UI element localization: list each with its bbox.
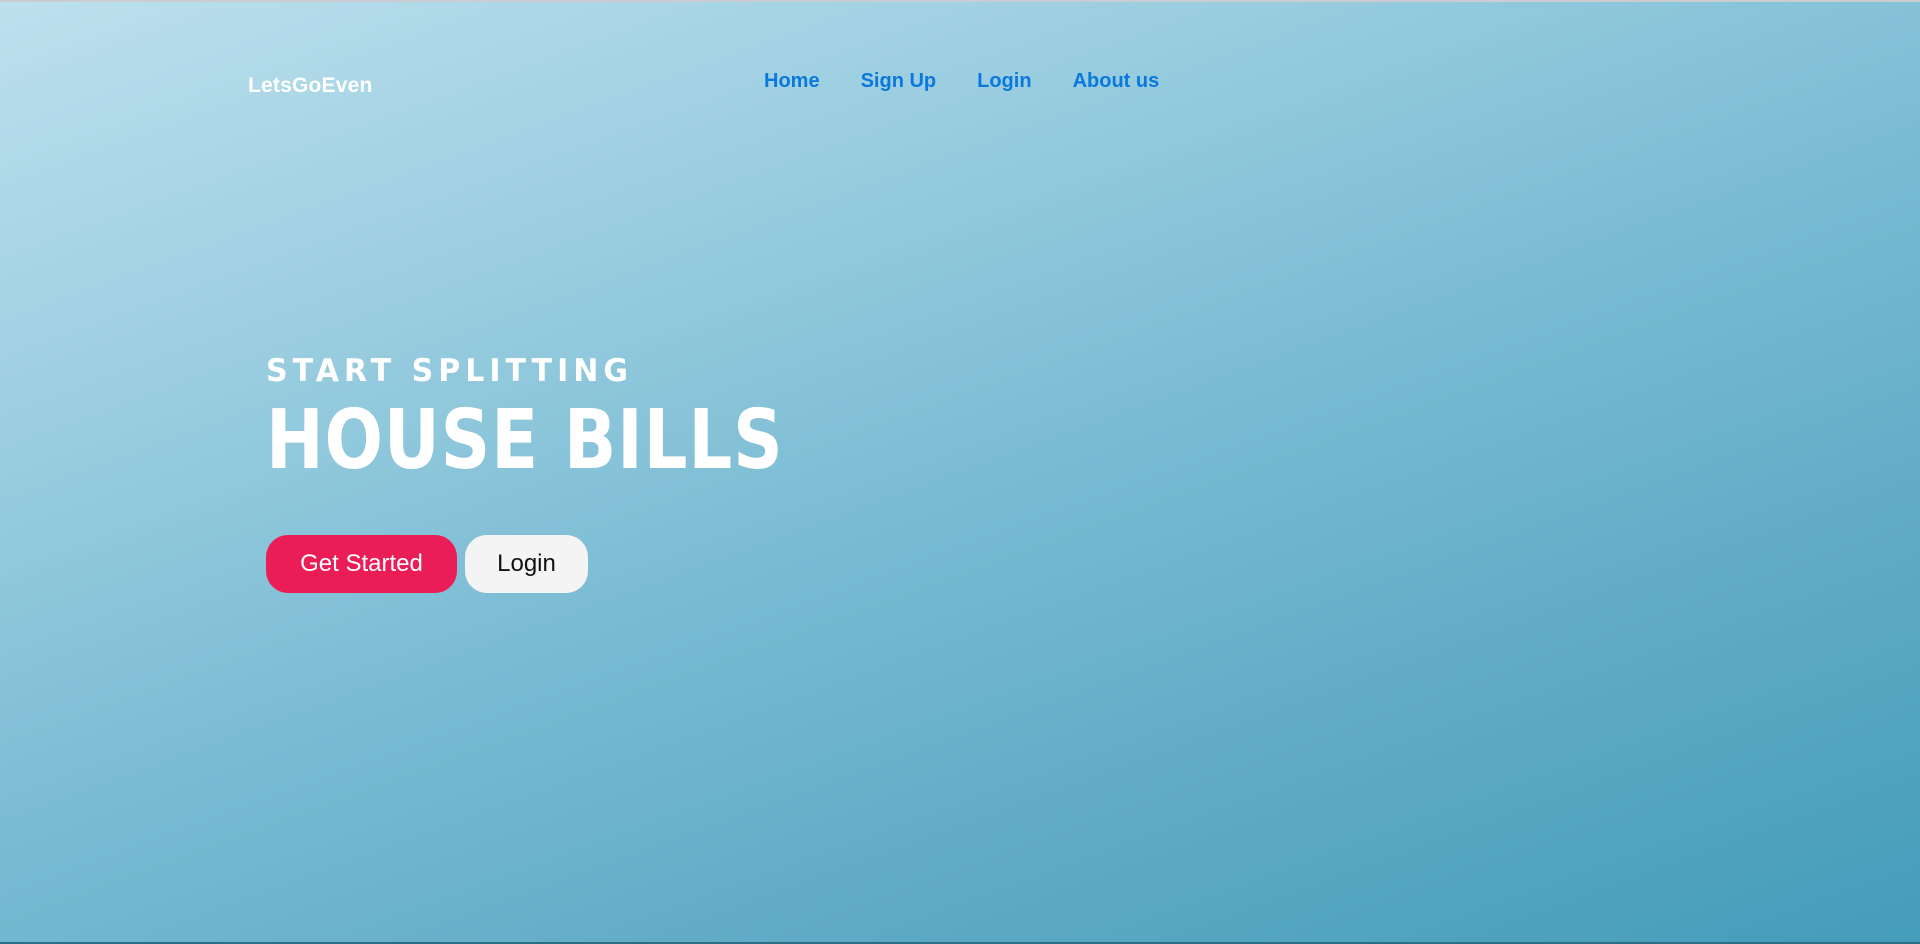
hero-section: START SPLITTING HOUSE BILLS bbox=[266, 352, 882, 488]
nav-signup-link[interactable]: Sign Up bbox=[861, 70, 937, 93]
landing-page: LetsGoEven Home Sign Up Login About us S… bbox=[0, 0, 1920, 944]
nav-home-link[interactable]: Home bbox=[764, 70, 820, 93]
main-nav: Home Sign Up Login About us bbox=[764, 70, 1200, 93]
nav-login-link[interactable]: Login bbox=[977, 70, 1031, 93]
hero-title: HOUSE BILLS bbox=[266, 393, 784, 488]
get-started-button[interactable]: Get Started bbox=[266, 535, 457, 593]
hero-subtitle: START SPLITTING bbox=[266, 352, 634, 390]
nav-about-link[interactable]: About us bbox=[1073, 70, 1160, 93]
hero-buttons: Get Started Login bbox=[266, 535, 588, 593]
top-border bbox=[0, 0, 1920, 2]
login-button[interactable]: Login bbox=[465, 535, 588, 593]
brand-logo[interactable]: LetsGoEven bbox=[248, 74, 373, 98]
